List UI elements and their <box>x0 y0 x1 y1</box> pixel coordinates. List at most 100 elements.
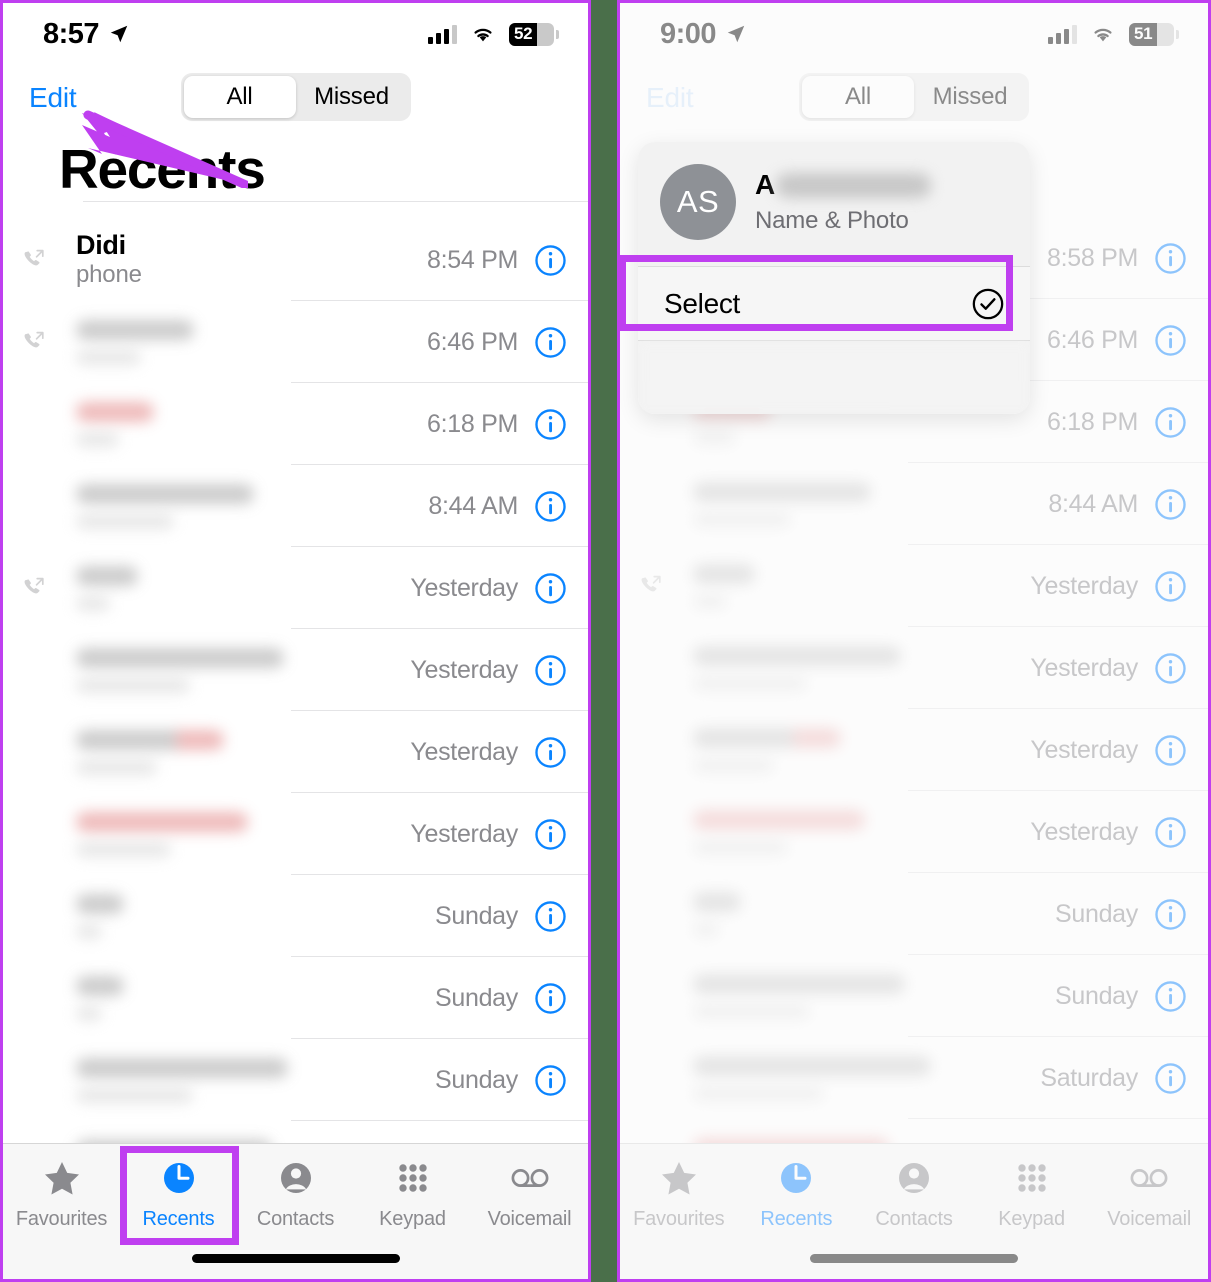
segment-all[interactable]: All <box>802 76 914 118</box>
redacted-contact-name <box>693 891 741 912</box>
call-info-button[interactable] <box>534 408 567 441</box>
tab-voicemail[interactable]: Voicemail <box>1090 1157 1208 1231</box>
tab-icon-wrap <box>1010 1157 1054 1201</box>
tab-label: Favourites <box>633 1208 725 1230</box>
star-icon <box>661 1162 696 1195</box>
tab-contacts[interactable]: Contacts <box>855 1157 973 1231</box>
call-list-row[interactable]: Yesterday <box>620 709 1208 791</box>
tab-favourites[interactable]: Favourites <box>620 1157 738 1231</box>
call-row-main <box>664 563 1030 609</box>
redacted-call-label <box>693 921 719 937</box>
call-row-main <box>664 809 1030 855</box>
call-timestamp: 6:18 PM <box>1046 407 1138 436</box>
call-filter-segmented-control[interactable]: All Missed <box>799 73 1029 121</box>
call-row-main <box>47 565 410 611</box>
call-info-button[interactable] <box>1154 1062 1187 1095</box>
redacted-contact-name <box>76 729 224 750</box>
left-phone-screenshot: 8:57 52 Edit All Missed Recents Didi pho… <box>0 0 591 1282</box>
call-info-button[interactable] <box>534 1064 567 1097</box>
keypad-grid-icon <box>398 1164 427 1192</box>
call-timestamp: 6:46 PM <box>1046 325 1138 354</box>
call-info-button[interactable] <box>534 244 567 277</box>
call-timestamp: 6:18 PM <box>426 409 518 438</box>
call-list-row[interactable]: 8:44 AM <box>620 463 1208 545</box>
call-info-button[interactable] <box>1154 898 1187 931</box>
tab-voicemail[interactable]: Voicemail <box>471 1157 588 1231</box>
tab-contacts[interactable]: Contacts <box>237 1157 354 1231</box>
call-info-button[interactable] <box>1154 406 1187 439</box>
checkmark-circle-icon <box>972 288 1004 319</box>
call-list-row[interactable]: Sunday <box>3 1039 588 1121</box>
call-list-row[interactable]: 6:46 PM <box>3 301 588 383</box>
redacted-call-label <box>693 839 788 855</box>
call-list-row[interactable]: Yesterday <box>620 627 1208 709</box>
status-right-group: 52 <box>428 22 559 46</box>
call-info-button[interactable] <box>534 572 567 605</box>
tab-recents[interactable]: Recents <box>120 1157 237 1231</box>
call-row-main <box>47 647 410 693</box>
call-info-button[interactable] <box>1154 980 1187 1013</box>
call-list-row[interactable]: Saturday <box>620 1037 1208 1119</box>
redacted-call-label <box>693 511 791 527</box>
tab-keypad[interactable]: Keypad <box>973 1157 1091 1231</box>
call-info-button[interactable] <box>1154 324 1187 357</box>
call-filter-segmented-control[interactable]: All Missed <box>180 73 411 121</box>
call-info-button[interactable] <box>534 490 567 523</box>
cellular-signal-icon <box>1048 24 1077 44</box>
tab-favourites[interactable]: Favourites <box>3 1157 120 1231</box>
call-info-button[interactable] <box>534 736 567 769</box>
tab-label: Keypad <box>998 1208 1065 1230</box>
avatar: AS <box>660 164 736 240</box>
call-row-main <box>664 891 1055 937</box>
battery-icon: 51 <box>1129 22 1179 46</box>
outgoing-call-icon <box>24 577 44 594</box>
call-timestamp: Sunday <box>435 983 518 1012</box>
redacted-call-label <box>76 677 190 693</box>
redacted-contact-name <box>693 1055 931 1076</box>
tab-keypad[interactable]: Keypad <box>354 1157 471 1231</box>
redacted-contact-name <box>693 973 905 994</box>
call-info-button[interactable] <box>1154 488 1187 521</box>
call-list-row[interactable]: Sunday <box>3 957 588 1039</box>
call-list-row[interactable]: 6:18 PM <box>3 383 588 465</box>
call-list-row[interactable]: Yesterday <box>620 791 1208 873</box>
call-list-row[interactable]: Yesterday <box>3 629 588 711</box>
call-info-button[interactable] <box>534 900 567 933</box>
redacted-call-label <box>693 593 727 609</box>
call-info-button[interactable] <box>1154 570 1187 603</box>
call-info-button[interactable] <box>534 982 567 1015</box>
call-list-row[interactable]: Sunday <box>620 873 1208 955</box>
call-info-button[interactable] <box>1154 734 1187 767</box>
call-timestamp: Saturday <box>1040 1063 1138 1092</box>
context-menu-item-select[interactable]: Select <box>638 267 1030 340</box>
call-info-button[interactable] <box>534 818 567 851</box>
segment-missed[interactable]: Missed <box>914 76 1026 118</box>
tab-recents[interactable]: Recents <box>738 1157 856 1231</box>
call-list-row[interactable]: Yesterday <box>3 547 588 629</box>
tab-label: Voicemail <box>1107 1208 1192 1230</box>
call-list-row[interactable]: Sunday <box>620 955 1208 1037</box>
call-info-button[interactable] <box>534 326 567 359</box>
edit-button[interactable]: Edit <box>646 82 694 114</box>
call-list-row[interactable]: Yesterday <box>620 545 1208 627</box>
edit-button[interactable]: Edit <box>29 82 77 114</box>
call-row-main <box>47 483 428 529</box>
redacted-call-label <box>693 429 736 445</box>
call-list-row[interactable]: Didi phone 8:54 PM <box>3 201 588 301</box>
call-info-button[interactable] <box>1154 652 1187 685</box>
tab-icon-wrap <box>892 1157 936 1201</box>
context-menu-header[interactable]: AS A Name & Photo <box>638 142 1030 266</box>
contact-name-redacted <box>776 172 932 198</box>
segment-all[interactable]: All <box>183 76 296 118</box>
call-list-row[interactable]: Sunday <box>3 875 588 957</box>
call-row-main <box>47 319 427 365</box>
segment-missed[interactable]: Missed <box>296 76 408 118</box>
context-menu-item-hidden[interactable] <box>638 341 1030 414</box>
call-info-button[interactable] <box>1154 242 1187 275</box>
call-list-row[interactable]: Yesterday <box>3 793 588 875</box>
call-info-button[interactable] <box>534 654 567 687</box>
call-list-row[interactable]: 8:44 AM <box>3 465 588 547</box>
call-list-row[interactable]: Yesterday <box>3 711 588 793</box>
call-timestamp: Sunday <box>1055 981 1138 1010</box>
call-info-button[interactable] <box>1154 816 1187 849</box>
